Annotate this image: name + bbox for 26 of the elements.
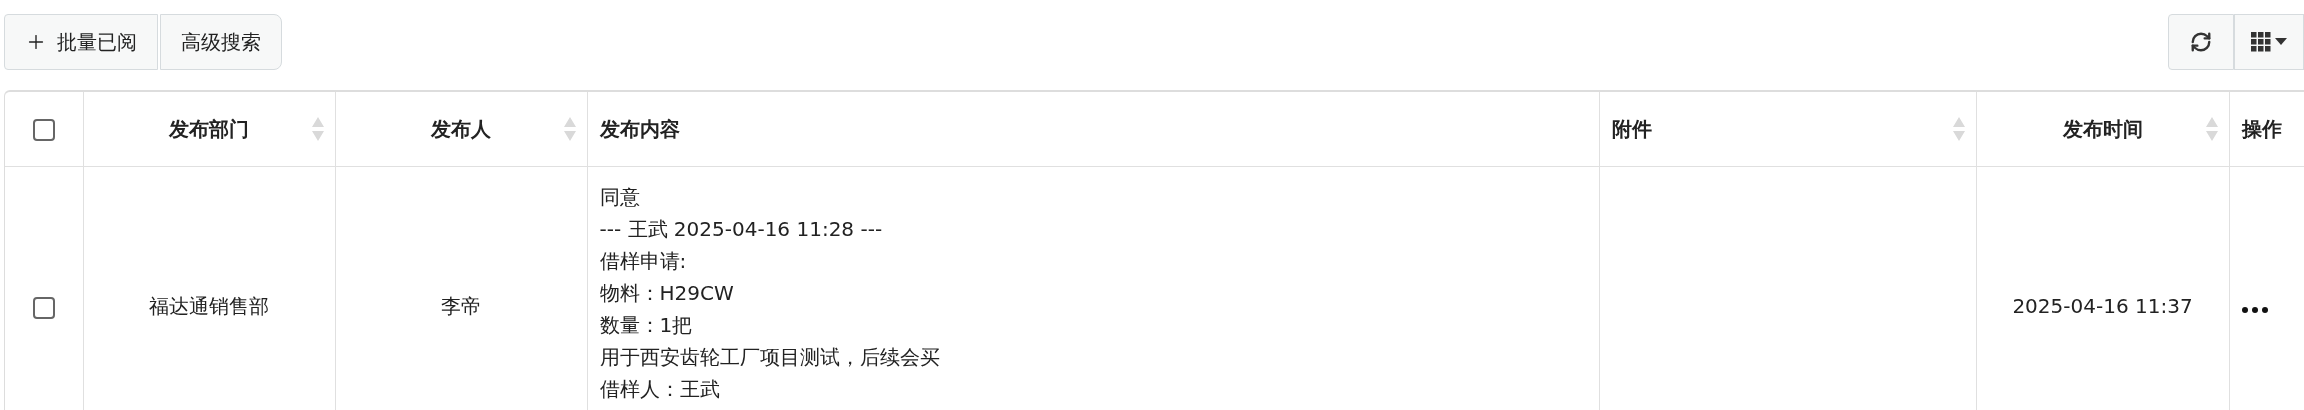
content-line: 数量：1把 [599, 312, 693, 339]
columns-button[interactable] [2234, 14, 2304, 70]
column-header: 发布人 [431, 116, 491, 141]
caret-icon [2275, 38, 2287, 46]
more-icon[interactable] [2241, 307, 2268, 313]
content-line: --- 王武 2025-04-16 11:28 --- [599, 216, 883, 243]
table-cell: 2025-04-16 11:37 [2012, 294, 2193, 318]
column-header: 发布部门 [169, 116, 249, 141]
refresh-button[interactable] [2168, 14, 2234, 70]
toolbar-button[interactable]: 高级搜索 [160, 14, 282, 70]
column-header: 发布时间 [2062, 116, 2143, 141]
column-header: 附件 [1611, 116, 1652, 141]
table-cell: 李帝 [441, 294, 481, 318]
column-header: 发布内容 [599, 116, 680, 141]
toolbar-button[interactable]: 批量已阅 [4, 14, 158, 70]
checkbox[interactable] [32, 119, 55, 142]
refresh-icon [2190, 31, 2212, 53]
content-line: 用于西安齿轮工厂项目测试，后续会买 [599, 344, 940, 371]
content-line: 借样申请: [599, 248, 687, 275]
content-line: 同意 [599, 184, 640, 211]
checkbox[interactable] [32, 296, 55, 319]
table-cell: 福达通销售部 [149, 294, 269, 318]
grid-icon [2251, 32, 2271, 52]
column-header: 操作 [2241, 116, 2282, 141]
content-line: 物料：H29CW [599, 280, 734, 307]
content-line: 借样人：王武 [599, 376, 720, 403]
